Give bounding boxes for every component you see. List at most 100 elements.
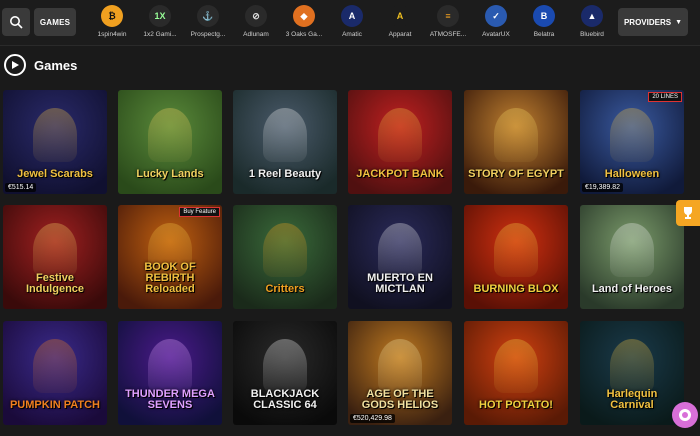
game-title: 1 Reel Beauty xyxy=(248,168,322,180)
game-tile[interactable]: BURNING BLOX xyxy=(464,205,568,309)
provider-name: 1x2 Gami... xyxy=(143,31,177,38)
provider-logo-icon: ₿ xyxy=(101,5,123,27)
game-tile[interactable]: Festive Indulgence xyxy=(3,205,107,309)
game-tile[interactable]: Lucky Lands xyxy=(118,90,222,194)
game-tile[interactable]: BOOK OF REBIRTH Reloaded Buy Feature xyxy=(118,205,222,309)
provider-logo-icon: 1X xyxy=(149,5,171,27)
game-tile[interactable]: BLACKJACK CLASSIC 64 xyxy=(233,321,337,425)
provider-item[interactable]: ✓ AvatarUX xyxy=(472,4,520,44)
provider-item[interactable]: 1X 1x2 Gami... xyxy=(136,4,184,44)
provider-item[interactable]: ≡ ATMOSFE... xyxy=(424,4,472,44)
game-artwork xyxy=(378,339,422,393)
provider-item[interactable]: ⚓ Prospectg... xyxy=(184,4,232,44)
game-title: Jewel Scarabs xyxy=(17,168,93,180)
provider-name: ATMOSFE... xyxy=(429,31,467,38)
provider-item[interactable]: B Belatra xyxy=(520,4,568,44)
game-title: BURNING BLOX xyxy=(473,283,559,295)
game-title: BLACKJACK CLASSIC 64 xyxy=(250,388,320,411)
game-title: HOT POTATO! xyxy=(479,399,553,411)
game-artwork xyxy=(378,223,422,277)
provider-item[interactable]: ▲ Bluebird xyxy=(568,4,610,44)
game-badge: Buy Feature xyxy=(179,207,220,217)
game-title: Lucky Lands xyxy=(136,168,204,180)
game-tile[interactable]: 1 Reel Beauty xyxy=(233,90,337,194)
search-icon xyxy=(10,16,23,29)
game-tile[interactable]: MUERTO EN MICTLAN xyxy=(348,205,452,309)
jackpot-amount: €515.14 xyxy=(5,183,37,192)
game-tile[interactable]: Land of Heroes xyxy=(580,205,684,309)
provider-name: Amatic xyxy=(342,31,362,38)
game-tile[interactable]: AGE OF THE GODS HELIOS €520,429.98 xyxy=(348,321,452,425)
provider-name: Belatra xyxy=(533,31,555,38)
game-artwork xyxy=(33,108,77,162)
provider-logo-icon: ⚓ xyxy=(197,5,219,27)
game-artwork xyxy=(33,223,77,277)
game-title: Festive Indulgence xyxy=(25,272,85,295)
game-artwork xyxy=(148,339,192,393)
game-title: MUERTO EN MICTLAN xyxy=(367,272,433,295)
game-title: STORY OF EGYPT xyxy=(468,168,564,180)
provider-logo-icon: ✓ xyxy=(485,5,507,27)
game-tile[interactable]: JACKPOT BANK xyxy=(348,90,452,194)
game-title: Halloween xyxy=(604,168,660,180)
game-tile[interactable]: Halloween €19,389.82 20 LINES xyxy=(580,90,684,194)
game-artwork xyxy=(494,339,538,393)
provider-logo-icon: ⊘ xyxy=(245,5,267,27)
game-title: Land of Heroes xyxy=(591,283,673,295)
provider-item[interactable]: ⊘ Adlunam xyxy=(232,4,280,44)
game-title: Critters xyxy=(265,283,305,295)
game-tile[interactable]: Jewel Scarabs €515.14 xyxy=(3,90,107,194)
provider-name: AvatarUX xyxy=(482,31,510,38)
game-artwork xyxy=(263,223,307,277)
trophy-icon xyxy=(684,207,692,219)
provider-logo-icon: ≡ xyxy=(437,5,459,27)
provider-name: 3 Oaks Ga... xyxy=(285,31,323,38)
provider-logo-icon: A xyxy=(389,5,411,27)
provider-name: Adlunam xyxy=(243,31,269,38)
chevron-down-icon: ▼ xyxy=(675,18,683,26)
provider-name: Bluebird xyxy=(580,31,604,38)
provider-list: ₿ 1spin4win 1X 1x2 Gami... ⚓ Prospectg... ⊘ Adl… xyxy=(88,4,610,44)
providers-dropdown[interactable]: PROVIDERS ▼ xyxy=(618,8,688,36)
jackpot-amount: €520,429.98 xyxy=(350,414,395,423)
game-tile[interactable]: Critters xyxy=(233,205,337,309)
game-tile[interactable]: HOT POTATO! xyxy=(464,321,568,425)
provider-item[interactable]: ◆ 3 Oaks Ga... xyxy=(280,4,328,44)
provider-logo-icon: A xyxy=(341,5,363,27)
game-tile[interactable]: THUNDER MEGA SEVENS xyxy=(118,321,222,425)
provider-item[interactable]: ₿ 1spin4win xyxy=(88,4,136,44)
search-button[interactable] xyxy=(2,8,30,36)
play-icon xyxy=(4,54,26,76)
trophy-tab[interactable] xyxy=(676,200,700,226)
provider-item[interactable]: A Apparat xyxy=(376,4,424,44)
games-section-header: Games xyxy=(4,53,77,77)
game-tile[interactable]: Harlequin Carnival xyxy=(580,321,684,425)
game-badge: 20 LINES xyxy=(648,92,682,102)
game-title: BOOK OF REBIRTH Reloaded xyxy=(144,261,196,295)
provider-name: 1spin4win xyxy=(97,31,127,38)
support-chat-button[interactable] xyxy=(672,402,698,428)
game-tile[interactable]: PUMPKIN PATCH xyxy=(3,321,107,425)
game-artwork xyxy=(263,108,307,162)
game-artwork xyxy=(148,108,192,162)
game-tile[interactable]: STORY OF EGYPT xyxy=(464,90,568,194)
game-artwork xyxy=(494,223,538,277)
chat-mascot-icon xyxy=(679,409,691,421)
game-artwork xyxy=(494,108,538,162)
game-artwork xyxy=(610,339,654,393)
game-title: PUMPKIN PATCH xyxy=(9,399,101,411)
game-artwork xyxy=(610,223,654,277)
provider-logo-icon: B xyxy=(533,5,555,27)
games-button[interactable]: GAMES xyxy=(34,8,76,36)
game-title: THUNDER MEGA SEVENS xyxy=(125,388,215,411)
provider-item[interactable]: A Amatic xyxy=(328,4,376,44)
provider-name: Apparat xyxy=(388,31,412,38)
provider-name: Prospectg... xyxy=(190,31,226,38)
game-artwork xyxy=(610,108,654,162)
section-title: Games xyxy=(34,57,78,73)
game-title: AGE OF THE GODS HELIOS xyxy=(361,388,439,411)
game-title: Harlequin Carnival xyxy=(606,388,658,411)
top-navigation-bar: GAMES ₿ 1spin4win 1X 1x2 Gami... ⚓ Prospectg.… xyxy=(0,0,700,46)
provider-logo-icon: ▲ xyxy=(581,5,603,27)
game-artwork xyxy=(378,108,422,162)
